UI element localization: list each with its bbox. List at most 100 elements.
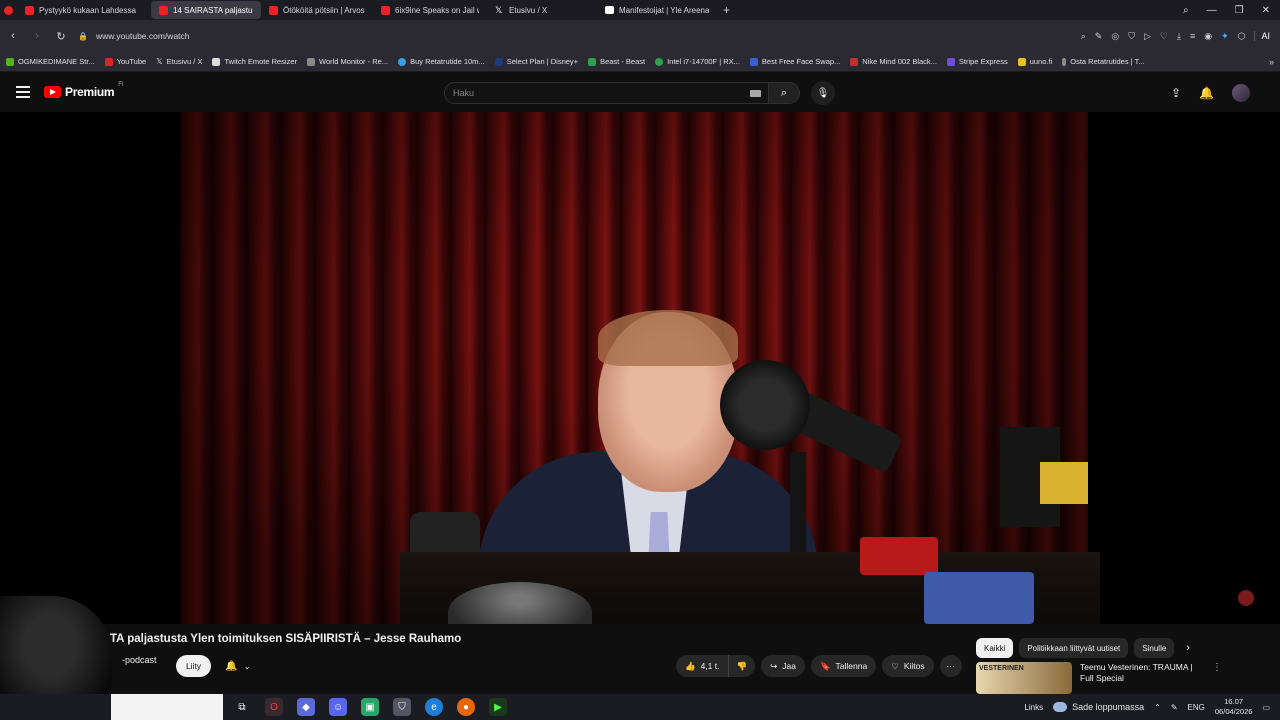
bookmark-icon — [749, 57, 758, 66]
shield-icon[interactable]: ⛉ — [393, 698, 411, 716]
bookmark-item[interactable]: uuno.fi — [1017, 57, 1052, 66]
bell-icon[interactable]: 🔔 — [1199, 86, 1214, 100]
search-icon: ⌕ — [780, 86, 788, 99]
voice-search-button[interactable]: 🎙 — [811, 81, 835, 105]
search-tabs-icon[interactable]: ⌕ — [1183, 5, 1189, 16]
search-icon[interactable]: ⌕ — [1081, 31, 1086, 42]
edge-icon[interactable]: e — [425, 698, 443, 716]
clock-date: 06/04/2026 — [1214, 707, 1253, 716]
chip-for-you[interactable]: Sinulle — [1134, 638, 1175, 658]
bookmark-item[interactable]: Intel i7-14700F | RX... — [655, 57, 740, 66]
bookmark-item[interactable]: Select Plan | Disney+ — [494, 57, 578, 66]
bookmark-label: Buy Retatrutide 10m... — [410, 57, 485, 66]
subscription-bell-button[interactable]: 🔔 ⌄ — [218, 655, 258, 677]
discord-icon[interactable]: ☺ — [329, 698, 347, 716]
app-icon[interactable]: ▣ — [361, 698, 379, 716]
forward-icon[interactable]: › — [30, 30, 44, 42]
chevron-right-icon[interactable]: » — [1269, 57, 1274, 67]
bookmark-icon — [6, 57, 14, 66]
more-icon[interactable]: ⋮ — [1212, 662, 1222, 694]
clock[interactable]: 16.07 06/04/2026 — [1215, 697, 1253, 717]
recommended-video[interactable]: VESTERINEN Teemu Vesterinen: TRAUMA | Fu… — [976, 662, 1266, 694]
bookmark-item[interactable]: 𝕏 Etusivu / X — [156, 57, 202, 66]
lock-icon: 🔒 — [78, 31, 88, 41]
thanks-button[interactable]: ♡ Kiitos — [882, 655, 934, 677]
youtube-logo[interactable]: Premium FI — [44, 82, 124, 99]
bookmark-icon: 🔖 — [819, 660, 831, 671]
language-indicator[interactable]: ENG — [1188, 703, 1205, 712]
browser-tab[interactable]: Manifestoijat | Yle Areena — [597, 1, 717, 19]
box-icon[interactable]: ⬡ — [1238, 31, 1246, 42]
download-icon[interactable]: ⤓ — [1177, 31, 1181, 42]
logo-country: FI — [118, 82, 124, 88]
search-button[interactable]: ⌕ — [768, 82, 800, 104]
shield-icon[interactable]: ⛉ — [1128, 31, 1135, 42]
chevron-right-icon[interactable]: › — [1186, 642, 1190, 654]
like-button[interactable]: 👍 4,1 t. — [676, 655, 728, 677]
bookmark-item[interactable]: Best Free Face Swap... — [749, 57, 840, 66]
chevron-up-icon[interactable]: ⌃ — [1154, 703, 1161, 712]
back-icon[interactable]: ‹ — [6, 30, 20, 42]
extension-icon[interactable]: ✦ — [1221, 31, 1229, 42]
bookmark-item[interactable]: Stripe Express — [946, 57, 1008, 66]
menu-icon[interactable]: ≡ — [1190, 31, 1195, 41]
url-field[interactable]: 🔒 www.youtube.com/watch — [78, 31, 1071, 41]
edit-icon[interactable]: ✎ — [1095, 31, 1103, 42]
recommended-title[interactable]: Teemu Vesterinen: TRAUMA | Full Special — [1080, 662, 1204, 694]
close-icon[interactable]: ✕ — [1262, 5, 1270, 16]
video-player[interactable] — [0, 112, 1280, 624]
chip-all[interactable]: Kaikki — [976, 638, 1014, 658]
opera-icon[interactable]: O — [265, 698, 283, 716]
browser-tab[interactable]: 𝕏 Etusivu / X — [487, 1, 597, 19]
bookmark-icon — [1017, 57, 1026, 66]
bookmark-item[interactable]: Nike Mind 002 Black... — [850, 57, 937, 66]
video-blue-box — [924, 572, 1034, 624]
channel-watermark-icon[interactable] — [1238, 590, 1254, 606]
more-actions-button[interactable]: ⋯ — [939, 655, 962, 677]
bookmark-item[interactable]: World Monitor - Re... — [307, 57, 388, 66]
tab-title: 14 SAIRASTA paljastusta — [173, 5, 253, 15]
play-icon[interactable]: ▷ — [1144, 31, 1151, 42]
taskbar-search-box[interactable] — [111, 694, 223, 720]
minimize-icon[interactable]: — — [1207, 5, 1217, 16]
channel-name[interactable]: -podcast — [122, 655, 157, 665]
app-icon[interactable]: ◆ — [297, 698, 315, 716]
links-toolbar[interactable]: Links — [1024, 703, 1043, 712]
ai-button[interactable]: AI — [1254, 31, 1270, 41]
dislike-button[interactable]: 👎 — [727, 655, 756, 677]
profile-icon[interactable]: ◉ — [1204, 31, 1212, 42]
upload-icon[interactable]: ⇪ — [1171, 86, 1181, 100]
share-button[interactable]: ↪ Jaa — [761, 655, 805, 677]
bookmark-item[interactable]: Buy Retatrutide 10m... — [398, 57, 485, 66]
camera-icon[interactable]: ◎ — [1111, 31, 1119, 42]
pen-icon[interactable]: ✎ — [1171, 703, 1178, 712]
join-button[interactable]: Liity — [176, 655, 211, 677]
save-button[interactable]: 🔖 Tallenna — [810, 655, 877, 677]
bookmark-item[interactable]: Beast - Beast — [588, 57, 645, 66]
notification-icon[interactable]: ▭ — [1262, 703, 1270, 712]
browser-tab[interactable]: Ötököitä pötsiin | Arvosta — [261, 1, 373, 19]
task-view-icon[interactable]: ⧉ — [233, 698, 251, 716]
bookmark-item[interactable]: Osta Retatrutides | T... — [1062, 57, 1145, 66]
app-icon[interactable]: ▶ — [489, 698, 507, 716]
bookmark-item[interactable]: YouTube — [104, 57, 146, 66]
new-tab-icon[interactable]: + — [723, 3, 730, 17]
browser-tab[interactable]: 6ix9ine Speaks on Jail with — [373, 1, 487, 19]
recommended-thumbnail[interactable]: VESTERINEN — [976, 662, 1072, 694]
browser-tab[interactable]: Pystyykö kukaan Lahdessa — [17, 1, 151, 19]
firefox-icon[interactable]: ● — [457, 698, 475, 716]
url-text: www.youtube.com/watch — [95, 31, 190, 41]
weather-widget[interactable]: Sade loppumassa — [1053, 702, 1144, 712]
browser-tab-active[interactable]: 14 SAIRASTA paljastusta — [151, 1, 261, 19]
keyboard-icon[interactable] — [750, 89, 761, 97]
bookmark-item[interactable]: Twitch Emote Resizer — [212, 57, 297, 66]
reload-icon[interactable]: ↻ — [54, 30, 68, 43]
maximize-icon[interactable]: ❐ — [1235, 5, 1244, 16]
heart-icon[interactable]: ♡ — [1160, 31, 1168, 42]
search-input[interactable] — [453, 88, 750, 98]
avatar[interactable] — [1232, 84, 1250, 102]
bookmark-item[interactable]: OGMIKEDIMANE Str... — [6, 57, 95, 66]
opera-menu-button[interactable] — [0, 1, 17, 19]
chip-politics[interactable]: Politiikkaan liittyvät uutiset — [1019, 638, 1129, 658]
menu-icon[interactable] — [16, 86, 30, 98]
